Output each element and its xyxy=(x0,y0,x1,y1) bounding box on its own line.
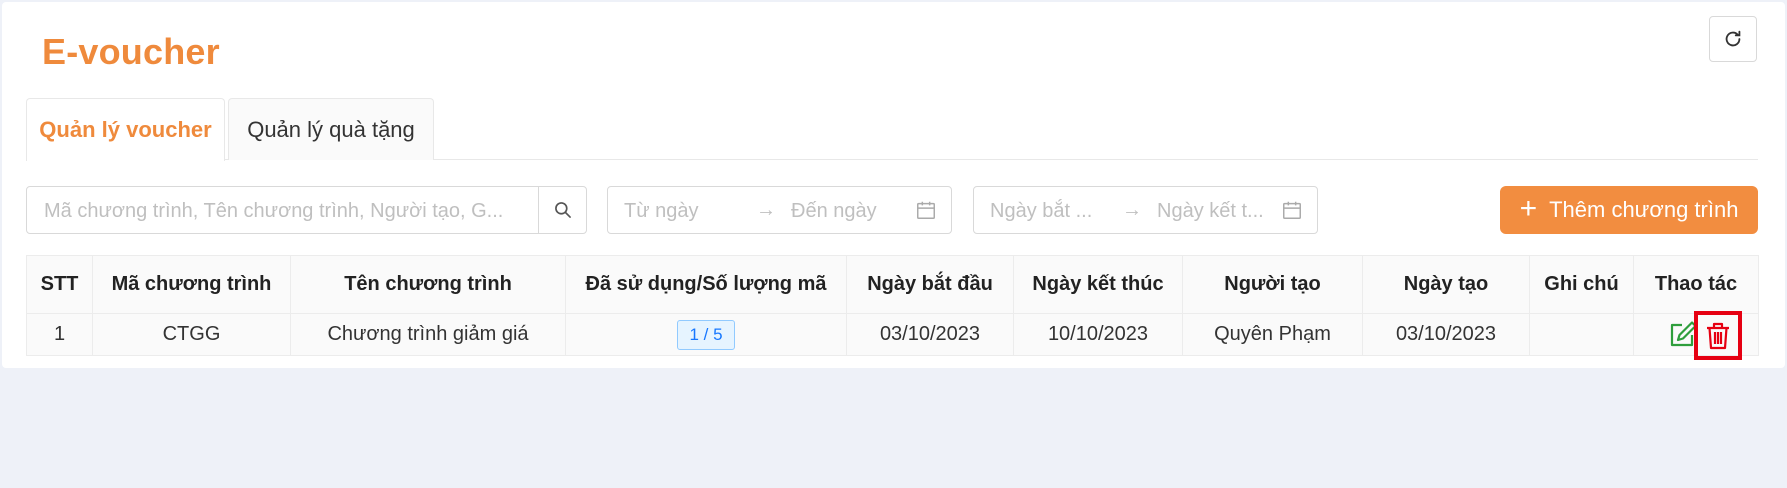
range-arrow-icon: → xyxy=(756,199,776,221)
start-date-placeholder: Ngày bắt ... xyxy=(990,200,1093,222)
column-header-creator: Người tạo xyxy=(1182,255,1363,314)
calendar-icon xyxy=(1283,201,1301,219)
search-icon xyxy=(554,202,571,218)
to-date-placeholder: Đến ngày xyxy=(791,200,877,222)
cell-creator: Quyên Phạm xyxy=(1182,313,1363,356)
search-button[interactable] xyxy=(538,187,586,233)
range-arrow-icon: → xyxy=(1122,199,1142,221)
cell-stt: 1 xyxy=(26,313,93,356)
cell-usage: 1 / 5 xyxy=(565,313,847,356)
search-placeholder: Mã chương trình, Tên chương trình, Người… xyxy=(44,200,504,222)
from-date-placeholder: Từ ngày xyxy=(624,200,699,222)
search-input[interactable]: Mã chương trình, Tên chương trình, Người… xyxy=(26,186,587,234)
program-period-range-picker[interactable]: Ngày bắt ... → Ngày kết t... xyxy=(973,186,1318,234)
page-title: E-voucher xyxy=(42,31,220,72)
column-header-note: Ghi chú xyxy=(1529,255,1634,314)
calendar-icon xyxy=(917,201,935,219)
column-header-stt: STT xyxy=(26,255,93,314)
column-header-actions: Thao tác xyxy=(1633,255,1759,314)
usage-badge[interactable]: 1 / 5 xyxy=(677,319,735,350)
cell-start-date: 03/10/2023 xyxy=(846,313,1014,356)
cell-note xyxy=(1529,313,1634,356)
column-header-end-date: Ngày kết thúc xyxy=(1013,255,1183,314)
end-date-placeholder: Ngày kết t... xyxy=(1157,200,1264,222)
refresh-button[interactable] xyxy=(1709,16,1757,62)
tab-gift-management[interactable]: Quản lý quà tặng xyxy=(228,98,434,160)
tab-voucher-management[interactable]: Quản lý voucher xyxy=(26,98,225,161)
plus-icon: + xyxy=(1519,191,1538,225)
trash-icon xyxy=(1707,322,1729,349)
cell-actions xyxy=(1633,311,1759,360)
voucher-table: STT Mã chương trình Tên chương trình Đã … xyxy=(26,255,1759,360)
cell-created-date: 03/10/2023 xyxy=(1362,313,1530,356)
cell-program-name: Chương trình giảm giá xyxy=(290,313,566,356)
cell-end-date: 10/10/2023 xyxy=(1013,313,1183,356)
created-date-range-picker[interactable]: Từ ngày → Đến ngày xyxy=(607,186,952,234)
table-header-row: STT Mã chương trình Tên chương trình Đã … xyxy=(26,255,1759,314)
column-header-program-name: Tên chương trình xyxy=(290,255,566,314)
column-header-program-code: Mã chương trình xyxy=(92,255,291,314)
column-header-start-date: Ngày bắt đầu xyxy=(846,255,1014,314)
add-program-label: Thêm chương trình xyxy=(1549,197,1739,222)
add-program-button[interactable]: + Thêm chương trình xyxy=(1500,186,1758,234)
table-row: 1 CTGG Chương trình giảm giá 1 / 5 03/10… xyxy=(26,311,1759,360)
main-card: E-voucher Quản lý voucher Quản lý quà tặ… xyxy=(2,2,1785,368)
cell-program-code: CTGG xyxy=(92,313,291,356)
column-header-created-date: Ngày tạo xyxy=(1362,255,1530,314)
column-header-usage: Đã sử dụng/Số lượng mã xyxy=(565,255,847,314)
refresh-icon xyxy=(1725,30,1741,47)
delete-button[interactable] xyxy=(1694,311,1742,360)
tab-bar: Quản lý voucher Quản lý quà tặng xyxy=(26,98,1758,161)
